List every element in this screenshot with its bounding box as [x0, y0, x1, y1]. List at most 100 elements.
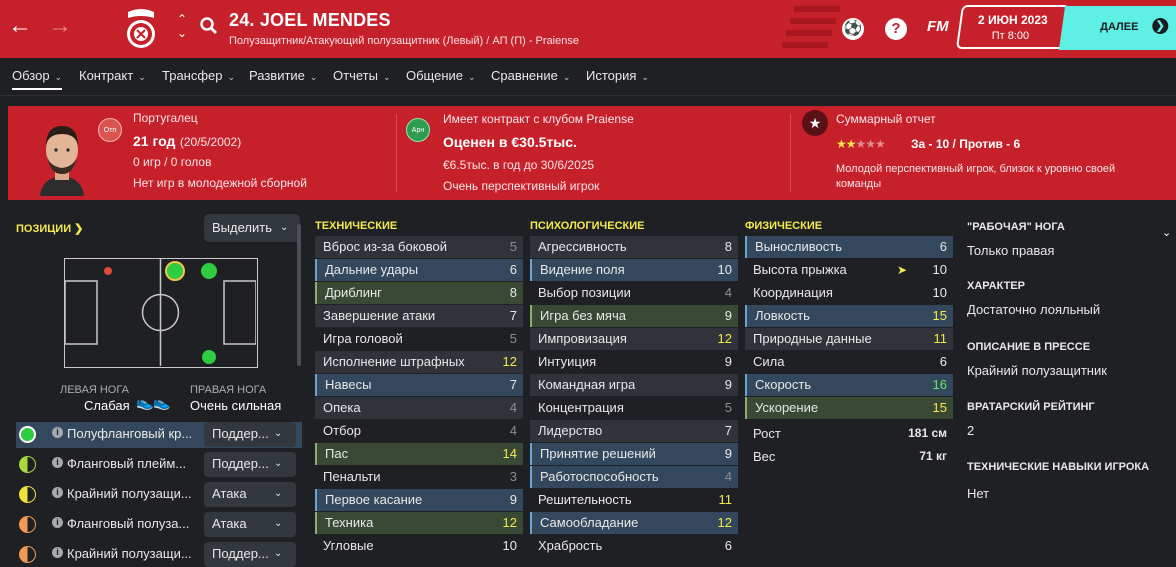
attr-row[interactable]: Координация 10	[745, 282, 953, 304]
player-switch-icon[interactable]: ⌃ ⌄	[174, 12, 190, 40]
dob: (20/5/2002)	[179, 135, 242, 149]
position-dot-dl	[104, 267, 112, 275]
attr-row[interactable]: Пас 14	[315, 443, 523, 465]
scrollbar[interactable]	[297, 224, 301, 366]
help-icon[interactable]: ?	[885, 18, 907, 40]
right-foot-value: Очень сильная	[190, 398, 282, 413]
attr-row[interactable]: Дриблинг 8	[315, 282, 523, 304]
attr-row[interactable]: Командная игра 9	[530, 374, 738, 396]
gk-rating-heading: ВРАТАРСКИЙ РЕЙТИНГ	[967, 401, 1095, 413]
attr-row[interactable]: Игра головой 5	[315, 328, 523, 350]
arrow-left-icon[interactable]: ←	[8, 14, 32, 38]
attr-row[interactable]: Работоспособность 4	[530, 466, 738, 488]
tab-overview[interactable]: Обзор ⌄	[12, 68, 63, 90]
attr-row[interactable]: Природные данные 11	[745, 328, 953, 350]
chevron-down-icon: ⌄	[274, 458, 283, 469]
attr-row[interactable]: Исполнение штрафных 12	[315, 351, 523, 373]
position-label: Полуфланговый кр...	[67, 426, 193, 441]
chevron-down-icon: ⌄	[562, 72, 571, 82]
attr-row[interactable]: Агрессивность 8	[530, 236, 738, 258]
continue-button[interactable]: ДАЛЕЕ ❯	[1058, 6, 1176, 50]
attr-row[interactable]: Импровизация 12	[530, 328, 738, 350]
attr-row[interactable]: Отбор 4	[315, 420, 523, 442]
fm-logo[interactable]: FM	[927, 18, 949, 35]
attr-row[interactable]: Игра без мяча 9	[530, 305, 738, 327]
arrow-right-icon[interactable]: →	[48, 14, 72, 38]
chevron-down-icon[interactable]: ⌄	[1162, 226, 1171, 239]
attr-row[interactable]: Интуиция 9	[530, 351, 738, 373]
attr-row[interactable]: Скорость 16	[745, 374, 953, 396]
highlight-select[interactable]: Выделить ⌄	[204, 214, 300, 242]
chevron-right-icon: ❯	[1152, 18, 1169, 34]
attr-row[interactable]: Пенальти 3	[315, 466, 523, 488]
attr-row[interactable]: Принятие решений 9	[530, 443, 738, 465]
attr-row[interactable]: Решительность 11	[530, 489, 738, 511]
role-duty-select[interactable]: Атака ⌄	[204, 482, 296, 507]
search-icon[interactable]	[199, 16, 219, 36]
chevron-down-icon: ⌄	[280, 222, 289, 233]
position-dot-aml-selected[interactable]	[165, 261, 185, 281]
chevron-down-icon: ⌄	[274, 428, 283, 439]
attr-row[interactable]: Навесы 7	[315, 374, 523, 396]
attr-row[interactable]: Опека 4	[315, 397, 523, 419]
attr-row[interactable]: Ловкость 15	[745, 305, 953, 327]
club-crest-icon[interactable]	[122, 6, 160, 52]
attr-row[interactable]: Первое касание 9	[315, 489, 523, 511]
position-rating-icon	[19, 516, 36, 533]
attr-row[interactable]: Сила 6	[745, 351, 953, 373]
chevron-down-icon: ⌄	[274, 488, 283, 499]
role-duty-select[interactable]: Поддер... ⌄	[204, 452, 296, 477]
attr-row[interactable]: Техника 12	[315, 512, 523, 534]
attr-row[interactable]: Самообладание 12	[530, 512, 738, 534]
attr-row[interactable]: Угловые 10	[315, 535, 523, 557]
position-row[interactable]: i Полуфланговый кр... Поддер... ⌄	[16, 422, 302, 448]
attr-row[interactable]: Вброс из-за боковой 5	[315, 236, 523, 258]
tab-contract[interactable]: Контракт ⌄	[79, 68, 146, 83]
attr-row[interactable]: Дальние удары 6	[315, 259, 523, 281]
attr-row[interactable]: Ускорение 15	[745, 397, 953, 419]
info-icon[interactable]: i	[52, 487, 63, 498]
position-row[interactable]: i Крайний полузащи... Атака ⌄	[16, 482, 302, 508]
summary-text-1: Молодой перспективный игрок, близок к ур…	[836, 163, 1116, 175]
attr-row[interactable]: Выносливость 6	[745, 236, 953, 258]
position-dot-amr	[202, 350, 216, 364]
player-traits-heading: ТЕХНИЧЕСКИЕ НАВЫКИ ИГРОКА	[967, 461, 1150, 473]
tab-comparison[interactable]: Сравнение ⌄	[491, 68, 570, 83]
attr-row[interactable]: Высота прыжка ➤ 10	[745, 259, 953, 281]
attr-row[interactable]: Видение поля 10	[530, 259, 738, 281]
physical-attributes: ФИЗИЧЕСКИЕ Выносливость 6 Высота прыжка ➤ 1…	[745, 208, 955, 567]
position-row[interactable]: i Фланговый плейм... Поддер... ⌄	[16, 452, 302, 478]
preferred-foot-value: Только правая	[967, 243, 1055, 258]
personality-heading: ХАРАКТЕР	[967, 280, 1025, 292]
role-duty-select[interactable]: Атака ⌄	[204, 512, 296, 537]
valuation: Оценен в €30.5тыс.	[443, 134, 577, 150]
tab-history[interactable]: История ⌄	[586, 68, 649, 83]
tab-interaction[interactable]: Общение ⌄	[406, 68, 476, 83]
role-duty-select[interactable]: Поддер... ⌄	[204, 422, 296, 447]
attr-row[interactable]: Выбор позиции 4	[530, 282, 738, 304]
technical-attributes: ТЕХНИЧЕСКИЕ Вброс из-за боковой 5 Дальние…	[315, 208, 523, 567]
attr-row[interactable]: Завершение атаки 7	[315, 305, 523, 327]
right-foot-label: ПРАВАЯ НОГА	[190, 384, 267, 396]
football-icon[interactable]: ⚽	[842, 18, 864, 40]
tab-reports[interactable]: Отчеты ⌄	[333, 68, 390, 83]
chevron-down-icon: ⌄	[54, 72, 63, 82]
info-icon[interactable]: i	[52, 457, 63, 468]
positions-title[interactable]: ПОЗИЦИИ ❯	[16, 222, 83, 235]
attr-row[interactable]: Концентрация 5	[530, 397, 738, 419]
contract-title[interactable]: Имеет контракт с клубом Praiense	[443, 112, 634, 126]
info-icon[interactable]: i	[52, 427, 63, 438]
info-icon[interactable]: i	[52, 517, 63, 528]
role-duty-select[interactable]: Поддер... ⌄	[204, 542, 296, 567]
continue-label: ДАЛЕЕ	[1100, 21, 1139, 33]
tab-development[interactable]: Развитие ⌄	[249, 68, 317, 83]
mental-title: ПСИХОЛОГИЧЕСКИЕ	[530, 220, 645, 232]
chevron-down-icon: ⌄	[309, 72, 318, 82]
position-row[interactable]: i Крайний полузащи... Поддер... ⌄	[16, 542, 302, 567]
position-row[interactable]: i Фланговый полуза... Атака ⌄	[16, 512, 302, 538]
position-rating-icon	[19, 456, 36, 473]
info-icon[interactable]: i	[52, 547, 63, 558]
attr-row[interactable]: Лидерство 7	[530, 420, 738, 442]
tab-transfer[interactable]: Трансфер ⌄	[162, 68, 235, 83]
attr-row[interactable]: Храбрость 6	[530, 535, 738, 557]
